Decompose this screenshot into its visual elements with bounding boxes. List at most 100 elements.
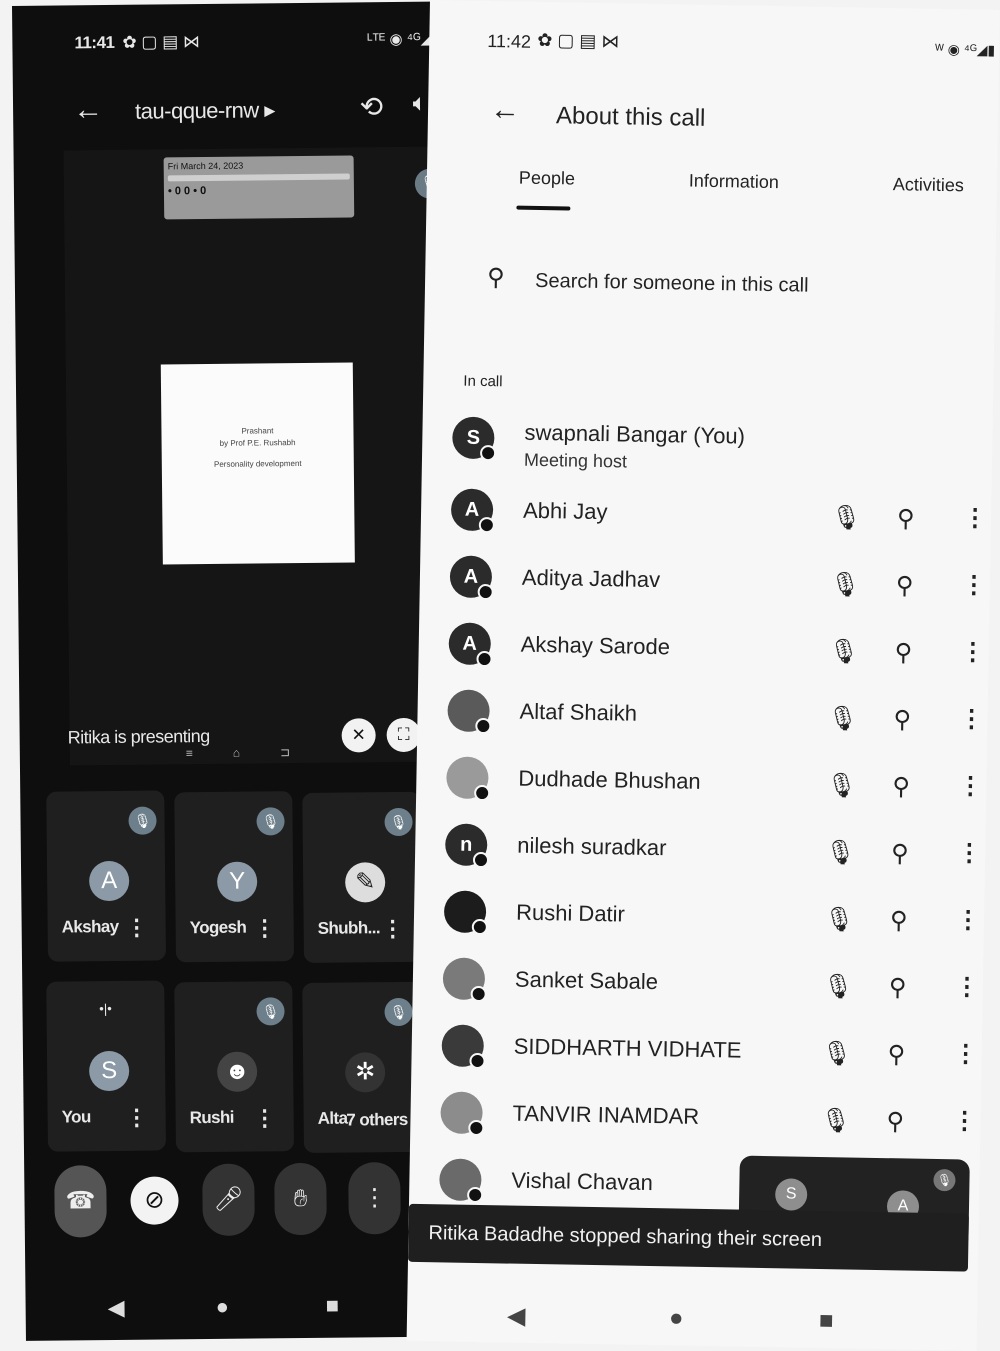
tab-activities[interactable]: Activities xyxy=(893,174,964,196)
list-item[interactable]: SIDDHARTH VIDHATE 🎙︎ ⚲ ⋮ xyxy=(441,1018,982,1085)
more-options-icon[interactable]: ⋮ xyxy=(962,570,987,599)
more-options-button[interactable]: ⋮ xyxy=(348,1161,401,1235)
thumb-date: Fri March 24, 2023 xyxy=(167,160,244,172)
back-arrow-icon[interactable]: ← xyxy=(490,93,521,128)
fullscreen-icon[interactable]: ⛶ xyxy=(386,717,421,753)
list-item[interactable]: A Aditya Jadhav 🎙︎ ⚲ ⋮ xyxy=(449,549,990,616)
pin-icon[interactable]: ⚲ xyxy=(892,772,910,801)
pin-icon[interactable]: ⚲ xyxy=(889,973,907,1002)
doc-line: Personality development xyxy=(213,458,302,469)
list-item[interactable]: TANVIR INAMDAR 🎙︎ ⚲ ⋮ xyxy=(440,1085,981,1152)
more-options-icon[interactable]: ⋮ xyxy=(960,637,985,666)
avatar: A xyxy=(449,555,494,601)
participant-tile-self[interactable]: •|• S You ⋮ xyxy=(46,980,166,1152)
list-item[interactable]: n nilesh suradkar 🎙︎ ⚲ ⋮ xyxy=(444,817,986,884)
status-time: 11:41 xyxy=(74,32,115,53)
list-item[interactable]: A Abhi Jay 🎙︎ ⚲ ⋮ xyxy=(450,482,992,549)
left-phone-call-screen: 11:41 ✿ ▢ ▤ ⋈ ᴸᵀᴱ ◉ ⁴ᴳ◢▮ ← tau-qque-rnw … xyxy=(12,1,478,1341)
signal-icons: ᵂ ◉ ⁴ᴳ◢▮ xyxy=(934,40,996,58)
more-options-icon[interactable]: ⋮ xyxy=(382,916,404,942)
more-options-icon[interactable]: ⋮ xyxy=(952,1106,977,1135)
tab-information[interactable]: Information xyxy=(689,171,779,194)
status-icons: ✿ ▢ ▤ ⋈ xyxy=(122,32,201,52)
thumb-number: • 0 0 • 0 xyxy=(167,184,207,198)
participant-name: Akshay xyxy=(61,916,119,937)
avatar: S xyxy=(774,1178,808,1211)
pin-icon[interactable]: ⚲ xyxy=(894,638,912,667)
pin-icon[interactable]: ⚲ xyxy=(896,571,914,600)
list-item[interactable]: Dudhade Bhushan 🎙︎ ⚲ ⋮ xyxy=(446,750,987,817)
nav-recents-icon[interactable]: ■ xyxy=(819,1307,834,1335)
more-options-icon[interactable]: ⋮ xyxy=(126,915,148,941)
pin-off-icon[interactable]: ✕ xyxy=(341,718,376,753)
nav-home-icon[interactable]: ● xyxy=(669,1304,684,1332)
participant-name: Dudhade Bhushan xyxy=(518,765,701,794)
participant-name: Rushi xyxy=(189,1107,234,1128)
more-options-icon[interactable]: ⋮ xyxy=(126,1105,148,1131)
avatar xyxy=(441,1024,486,1070)
list-item[interactable]: Altaf Shaikh 🎙︎ ⚲ ⋮ xyxy=(447,683,988,750)
participant-tile[interactable]: 🎙︎ ✎ Shubh... ⋮ xyxy=(302,791,423,963)
participant-name: Altaf Shaikh xyxy=(519,698,638,726)
mic-off-icon: 🎙︎ xyxy=(384,807,413,837)
presentation-area: Fri March 24, 2023 • 0 0 • 0 🎙︎ Prashant… xyxy=(63,146,465,766)
more-options-icon[interactable]: ⋮ xyxy=(958,771,983,800)
avatar: S xyxy=(88,1050,130,1092)
mic-off-icon: 🎙︎ xyxy=(829,571,861,599)
participant-name: TANVIR INAMDAR xyxy=(512,1100,700,1129)
camera-off-button[interactable]: ⊘ xyxy=(130,1176,179,1225)
pin-icon[interactable]: ⚲ xyxy=(887,1040,905,1069)
list-item-host[interactable]: S swapnali Bangar (You) Meeting host xyxy=(452,410,993,477)
pin-icon[interactable]: ⚲ xyxy=(890,906,908,935)
snackbar-message: Ritika Badadhe stopped sharing their scr… xyxy=(407,1203,969,1272)
more-options-icon[interactable]: ⋮ xyxy=(956,905,981,934)
nav-back-icon[interactable]: ◀ xyxy=(507,1302,526,1331)
meeting-code[interactable]: tau-qque-rnw ▸ xyxy=(135,97,275,124)
call-topbar: ← tau-qque-rnw ▸ ⟲ 🔈︎ xyxy=(73,89,445,133)
more-options-icon[interactable]: ⋮ xyxy=(959,704,984,733)
list-item[interactable]: A Akshay Sarode 🎙︎ ⚲ ⋮ xyxy=(448,616,989,683)
nav-home-icon[interactable]: ● xyxy=(215,1294,229,1320)
active-tab-indicator xyxy=(516,205,571,211)
tab-people[interactable]: People xyxy=(519,168,575,190)
switch-camera-icon[interactable]: ⟲ xyxy=(359,90,383,123)
back-arrow-icon[interactable]: ← xyxy=(73,93,103,127)
pin-icon[interactable]: ⚲ xyxy=(897,504,915,533)
avatar: ☻ xyxy=(216,1051,258,1092)
avatar xyxy=(442,957,487,1003)
pin-icon[interactable]: ⚲ xyxy=(893,705,911,734)
participant-tile-others[interactable]: 🎙︎ ✲ Alta 7 others xyxy=(302,981,423,1154)
pin-icon[interactable]: ⚲ xyxy=(886,1107,904,1136)
nav-recents-icon[interactable]: ■ xyxy=(325,1293,339,1319)
speaker-icon[interactable]: 🔈︎ xyxy=(412,90,427,118)
section-label: In call xyxy=(463,372,503,391)
participant-role: Meeting host xyxy=(523,449,628,472)
more-options-icon[interactable]: ⋮ xyxy=(254,1105,276,1131)
shared-document: Prashant by Prof P.E. Rushabh Personalit… xyxy=(160,362,355,565)
search-input[interactable]: ⚲ Search for someone in this call xyxy=(487,263,968,311)
more-options-icon[interactable]: ⋮ xyxy=(955,972,980,1001)
more-options-icon[interactable]: ⋮ xyxy=(254,915,276,941)
avatar xyxy=(439,1158,484,1204)
microphone-button[interactable]: 🎤︎ xyxy=(202,1163,255,1237)
mic-off-icon: 🎙︎ xyxy=(933,1168,956,1192)
list-item[interactable]: Sanket Sabale 🎙︎ ⚲ ⋮ xyxy=(442,951,983,1018)
nav-back-icon[interactable]: ◀ xyxy=(108,1295,125,1321)
speaking-indicator-icon: •|• xyxy=(99,1001,112,1017)
more-options-icon[interactable]: ⋮ xyxy=(953,1039,978,1068)
more-options-icon[interactable]: ⋮ xyxy=(963,503,988,532)
avatar xyxy=(447,689,492,735)
mic-off-icon: 🎙︎ xyxy=(828,638,860,666)
right-phone-about-call: 11:42 ✿ ▢ ▤ ⋈ ᵂ ◉ ⁴ᴳ◢▮ ← About this call… xyxy=(406,0,1000,1351)
mic-off-icon: 🎙︎ xyxy=(827,705,859,733)
doc-line: Prashant xyxy=(241,426,274,436)
participant-tile[interactable]: 🎙︎ A Akshay ⋮ xyxy=(46,790,167,962)
list-item[interactable]: Rushi Datir 🎙︎ ⚲ ⋮ xyxy=(443,884,985,951)
participant-tile[interactable]: 🎙︎ Y Yogesh ⋮ xyxy=(174,791,295,963)
raise-hand-button[interactable]: ✋︎ xyxy=(274,1162,327,1236)
more-options-icon[interactable]: ⋮ xyxy=(957,838,982,867)
pin-icon[interactable]: ⚲ xyxy=(891,839,909,868)
participant-tile[interactable]: 🎙︎ ☻ Rushi ⋮ xyxy=(174,981,295,1153)
participant-name: Sanket Sabale xyxy=(514,966,659,995)
end-call-button[interactable]: ☎ xyxy=(54,1165,107,1238)
